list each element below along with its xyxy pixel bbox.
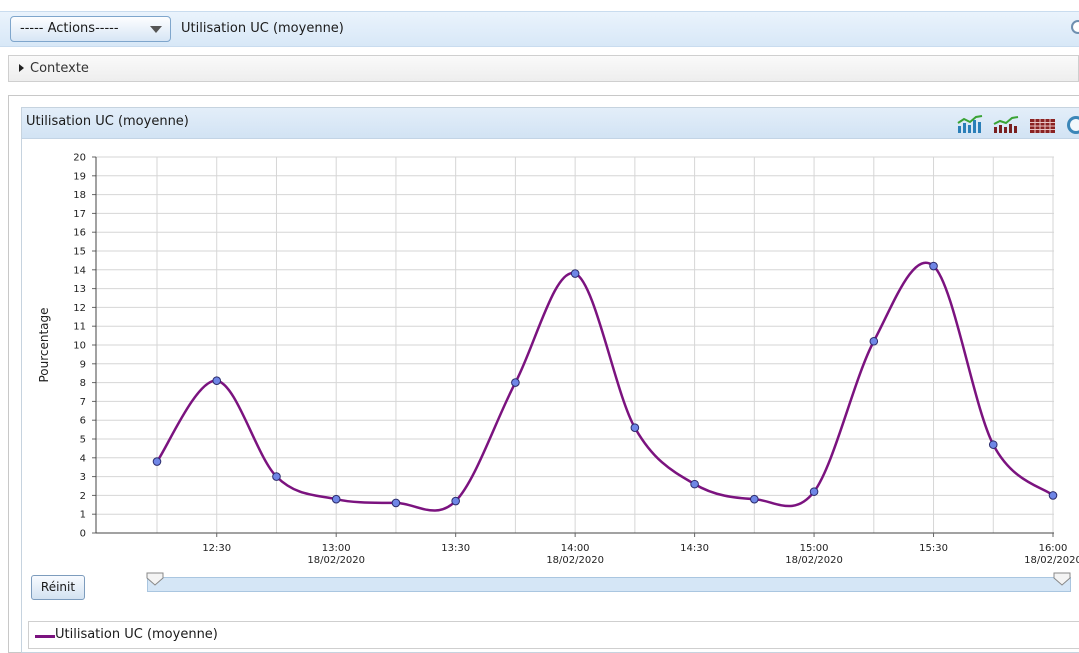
y-tick-label: 1 — [80, 510, 86, 521]
y-tick-label: 2 — [80, 491, 86, 502]
y-tick-label: 14 — [73, 265, 86, 276]
y-tick-label: 18 — [73, 190, 86, 201]
data-point — [391, 498, 401, 508]
y-axis-label: Pourcentage — [37, 307, 51, 382]
data-point — [272, 472, 281, 481]
x-tick-date: 18/02/2020 — [307, 555, 365, 566]
x-tick-time: 15:00 — [800, 543, 829, 554]
x-tick-date: 18/02/2020 — [1024, 555, 1079, 566]
y-tick-label: 11 — [73, 322, 86, 333]
chart-legend: Utilisation UC (moyenne) — [28, 621, 1079, 649]
data-point — [809, 487, 819, 496]
x-tick-time: 14:00 — [561, 543, 590, 554]
x-tick-time: 16:00 — [1039, 543, 1068, 554]
y-tick-label: 8 — [80, 378, 86, 389]
chart-grid — [96, 156, 1054, 533]
y-tick-label: 12 — [73, 303, 86, 314]
series-line-cpu — [155, 261, 1054, 512]
y-tick-label: 13 — [73, 284, 86, 295]
range-start-handle[interactable] — [146, 572, 164, 586]
x-tick-time: 13:00 — [322, 543, 351, 554]
data-point — [929, 261, 938, 271]
x-tick-date: 18/02/2020 — [785, 555, 843, 566]
y-tick-label: 17 — [73, 209, 86, 220]
data-point — [570, 269, 580, 278]
y-tick-label: 10 — [73, 341, 86, 352]
data-point — [331, 494, 341, 504]
series-markers — [152, 261, 1058, 508]
data-point — [212, 376, 222, 386]
data-point — [451, 496, 460, 506]
y-tick-label: 0 — [80, 529, 86, 540]
y-tick-label: 5 — [80, 435, 86, 446]
data-point — [690, 479, 699, 489]
reset-button[interactable]: Réinit — [31, 575, 85, 600]
x-tick-time: 14:30 — [680, 543, 709, 554]
y-tick-labels: 01234567891011121314151617181920 — [73, 153, 86, 540]
x-tick-date: 18/02/2020 — [546, 555, 604, 566]
y-tick-label: 15 — [73, 247, 86, 258]
x-tick-time: 12:30 — [202, 543, 231, 554]
legend-label: Utilisation UC (moyenne) — [55, 627, 218, 642]
chart-axes — [92, 156, 1054, 537]
data-point — [988, 440, 998, 449]
y-tick-label: 9 — [80, 359, 86, 370]
x-tick-time: 13:30 — [441, 543, 470, 554]
data-point — [750, 494, 759, 504]
range-end-handle[interactable] — [1053, 572, 1071, 586]
x-tick-time: 15:30 — [919, 543, 948, 554]
data-point — [152, 457, 162, 466]
legend-swatch — [35, 635, 55, 638]
cpu-line-chart: Pourcentage 0123456789101112131415161718… — [37, 153, 1079, 567]
y-tick-label: 4 — [80, 453, 86, 464]
data-point — [869, 336, 879, 346]
y-tick-label: 20 — [73, 153, 86, 164]
time-range-slider[interactable] — [147, 577, 1071, 592]
x-tick-labels: 12:30 13:0018/02/202013:30 14:0018/02/2020… — [202, 543, 1079, 566]
data-point — [1048, 491, 1058, 500]
y-tick-label: 6 — [80, 416, 86, 427]
y-tick-label: 7 — [80, 397, 86, 408]
y-tick-label: 3 — [80, 472, 86, 483]
data-point — [511, 378, 520, 387]
y-tick-label: 19 — [73, 171, 86, 182]
data-point — [630, 423, 640, 433]
y-tick-label: 16 — [73, 228, 86, 239]
